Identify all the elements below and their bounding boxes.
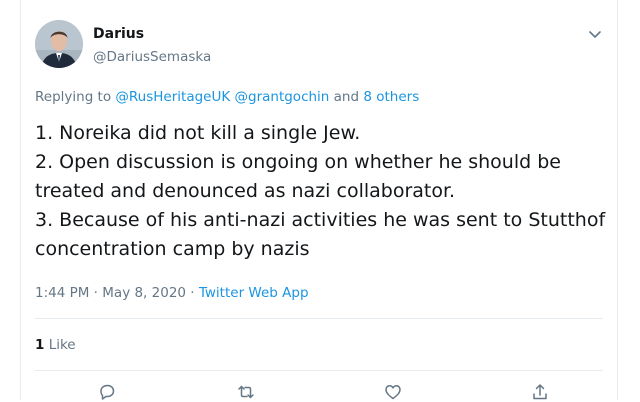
tweet-timestamp[interactable]: 1:44 PM · May 8, 2020: [35, 285, 186, 301]
action-bar: [21, 380, 617, 400]
tweet-line: 3. Because of his anti-nazi activities h…: [35, 209, 606, 260]
tweet-line: 2. Open discussion is ongoing on whether…: [35, 151, 561, 202]
retweet-icon[interactable]: [236, 382, 256, 402]
tweet-card: Darius @DariusSemaska Replying to @RusHe…: [20, 0, 618, 400]
heart-icon[interactable]: [383, 382, 403, 402]
reply-icon[interactable]: [97, 382, 117, 402]
replying-others-link[interactable]: 8 others: [363, 89, 419, 105]
replying-to-line: Replying to @RusHeritageUK @grantgochin …: [35, 89, 419, 105]
tweet-source-link[interactable]: Twitter Web App: [199, 285, 309, 301]
tweet-text: 1. Noreika did not kill a single Jew. 2.…: [35, 119, 615, 264]
tweet-meta: 1:44 PM · May 8, 2020 · Twitter Web App: [35, 285, 309, 301]
avatar[interactable]: [35, 20, 83, 68]
tweet-line: 1. Noreika did not kill a single Jew.: [35, 122, 361, 144]
replying-prefix: Replying to: [35, 89, 116, 105]
user-handle[interactable]: @DariusSemaska: [93, 49, 211, 65]
mention-grantgochin[interactable]: @grantgochin: [235, 89, 330, 105]
chevron-down-icon[interactable]: [587, 26, 603, 42]
mention-rusheritageuk[interactable]: @RusHeritageUK: [115, 89, 230, 105]
likes-count[interactable]: 1 Like: [35, 337, 76, 353]
replying-and: and: [329, 89, 364, 105]
divider: [35, 370, 603, 371]
display-name[interactable]: Darius: [93, 26, 144, 42]
like-count-number: 1: [35, 337, 45, 353]
divider: [35, 318, 603, 319]
share-icon[interactable]: [530, 382, 550, 402]
like-count-label: Like: [48, 337, 76, 353]
meta-separator: ·: [186, 285, 199, 301]
